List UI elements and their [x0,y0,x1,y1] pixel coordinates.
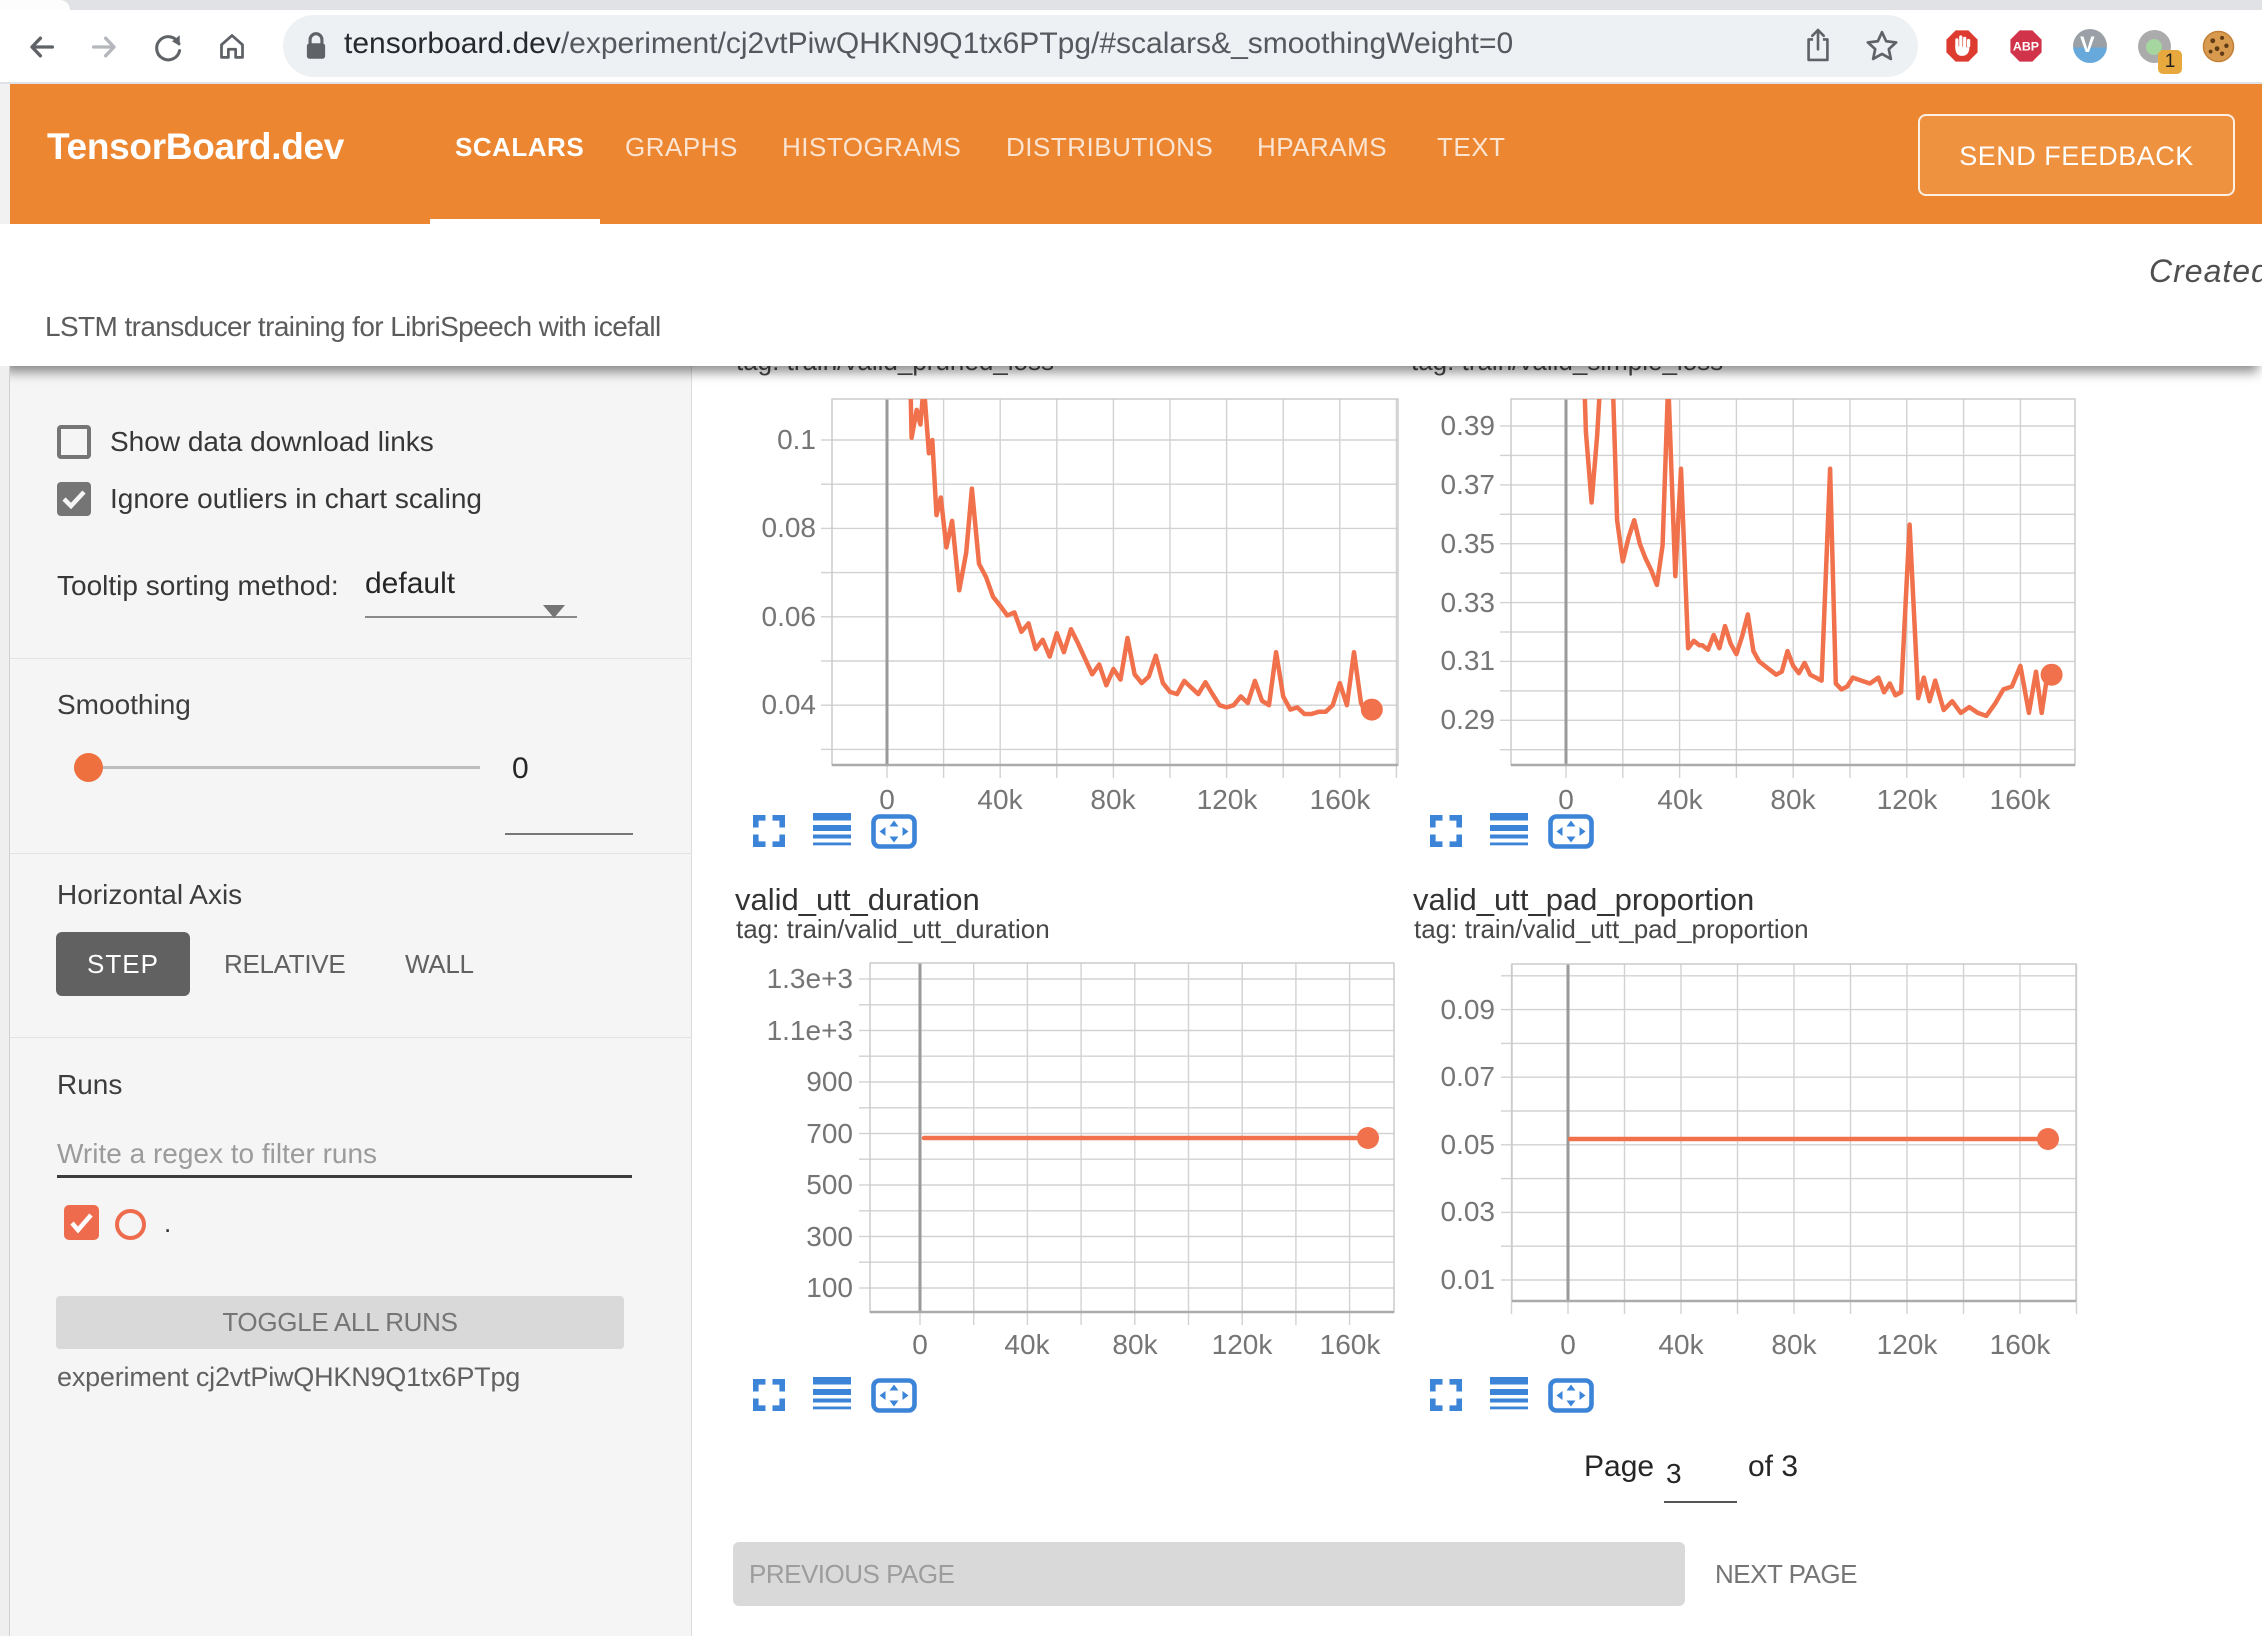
svg-text:ABP: ABP [2013,40,2039,54]
